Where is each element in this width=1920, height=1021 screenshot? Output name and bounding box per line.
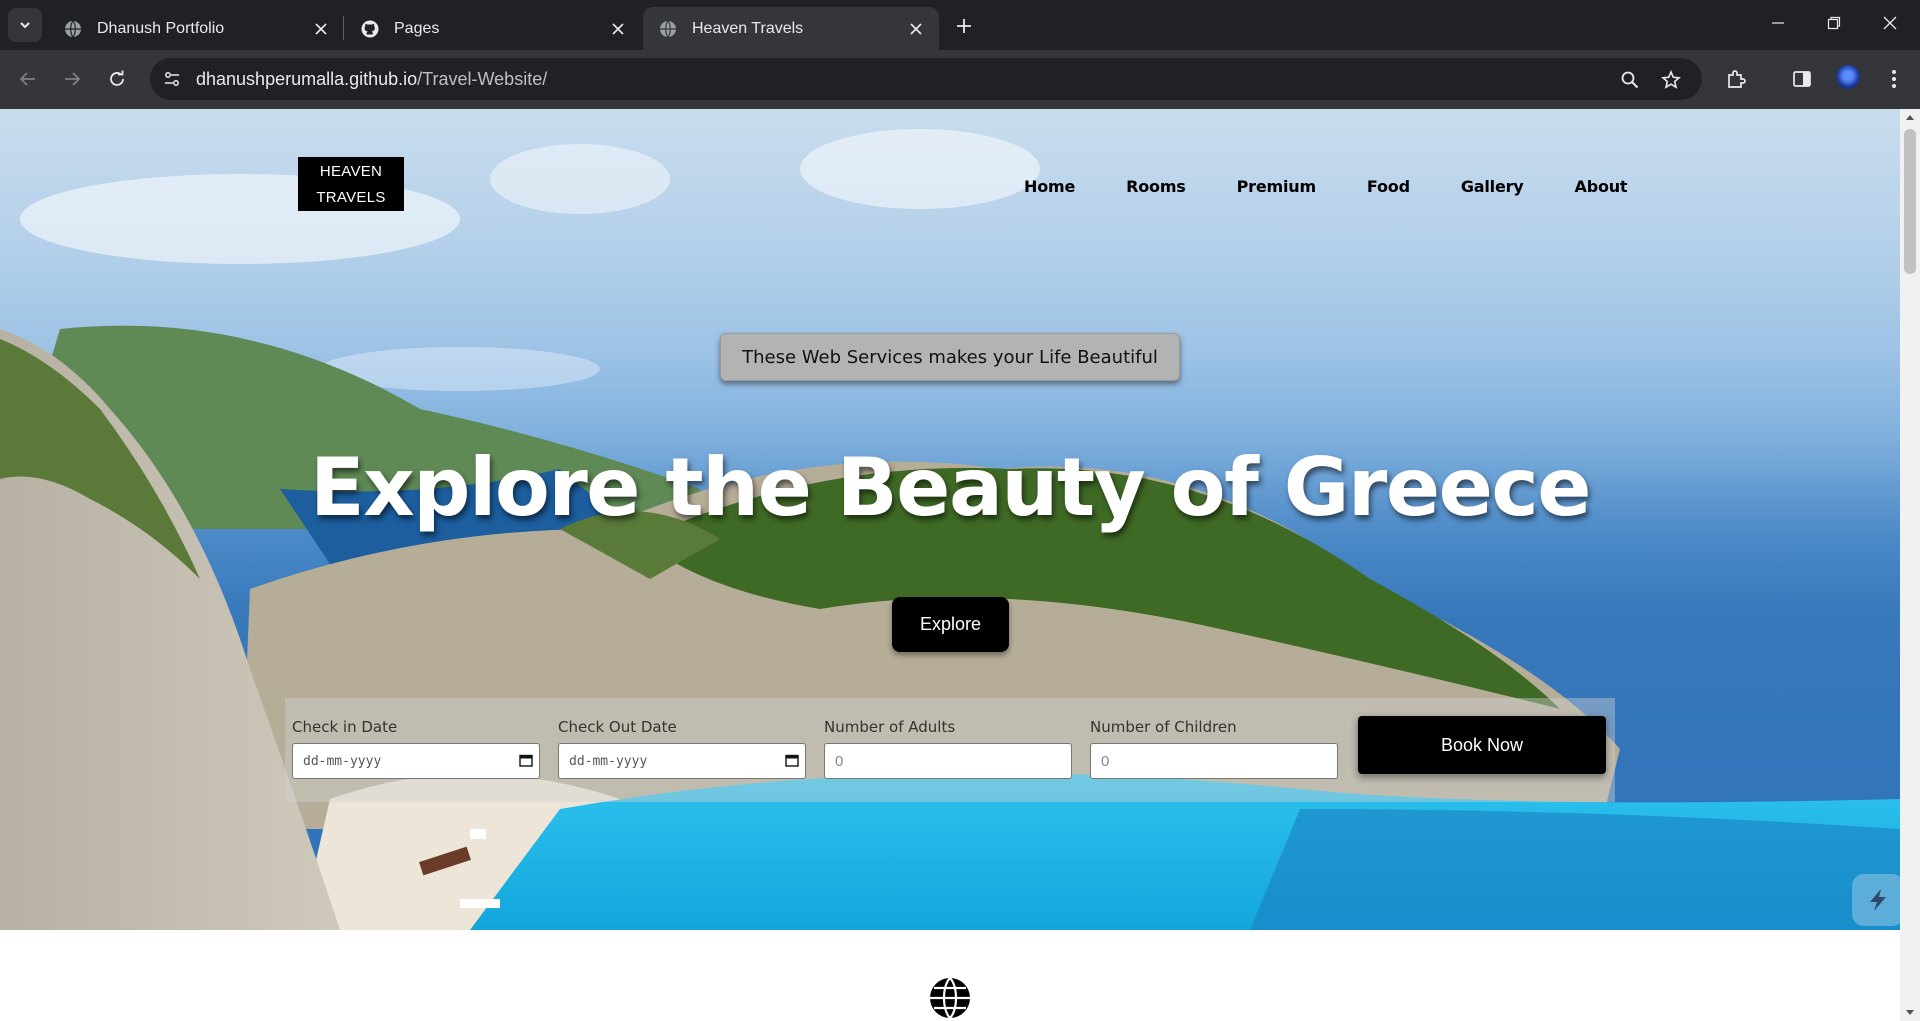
close-icon[interactable] [907, 20, 925, 38]
nav-about[interactable]: About [1575, 177, 1628, 196]
tagline-banner: These Web Services makes your Life Beaut… [720, 333, 1180, 381]
menu-kebab-icon[interactable] [1880, 65, 1908, 93]
restore-icon [1827, 16, 1841, 30]
bookmark-star-icon[interactable] [1658, 67, 1684, 93]
calendar-icon[interactable] [519, 753, 533, 767]
nav-gallery[interactable]: Gallery [1461, 177, 1524, 196]
side-panel-icon[interactable] [1788, 65, 1816, 93]
site-logo[interactable]: HEAVEN TRAVELS [298, 157, 404, 211]
forward-button[interactable] [55, 62, 89, 96]
adults-field: Number of Adults 0 [824, 718, 1072, 779]
globe-icon [65, 20, 81, 37]
zoom-icon[interactable] [1617, 67, 1643, 93]
reload-icon [110, 70, 124, 86]
back-button[interactable] [11, 62, 45, 96]
tab-heaven-travels[interactable]: Heaven Travels [643, 7, 939, 50]
close-window-button[interactable] [1862, 0, 1918, 46]
tab-strip: Dhanush Portfolio Pages Heaven Travels [0, 0, 1920, 50]
book-now-button[interactable]: Book Now [1358, 716, 1606, 774]
github-icon [361, 20, 379, 37]
url-path: /Travel-Website/ [417, 69, 548, 89]
extensions-icon[interactable] [1722, 65, 1750, 93]
checkin-label: Check in Date [292, 718, 398, 736]
minimize-icon [1772, 22, 1784, 24]
checkin-date-input[interactable]: dd-mm-yyyy [292, 743, 540, 779]
tab-pages[interactable]: Pages [345, 7, 641, 50]
tab-title: Heaven Travels [692, 19, 804, 37]
bolt-icon [1870, 889, 1886, 911]
calendar-icon[interactable] [785, 753, 799, 767]
checkout-label: Check Out Date [558, 718, 677, 736]
explore-button[interactable]: Explore [892, 597, 1009, 652]
checkout-placeholder: dd-mm-yyyy [569, 753, 648, 769]
nav-premium[interactable]: Premium [1237, 177, 1316, 196]
children-label: Number of Children [1090, 718, 1237, 736]
page-scrollbar[interactable] [1900, 109, 1920, 1021]
arrow-left-icon [19, 72, 35, 86]
children-field: Number of Children 0 [1090, 718, 1338, 779]
nav-rooms[interactable]: Rooms [1126, 177, 1186, 196]
logo-line-2: TRAVELS [316, 189, 386, 206]
nav-food[interactable]: Food [1367, 177, 1410, 196]
checkin-placeholder: dd-mm-yyyy [303, 753, 382, 769]
checkin-field: Check in Date dd-mm-yyyy [292, 718, 540, 779]
tab-search-button[interactable] [8, 8, 42, 42]
tab-dhanush-portfolio[interactable]: Dhanush Portfolio [48, 7, 344, 50]
tab-separator [343, 16, 344, 40]
address-bar[interactable]: dhanushperumalla.github.io/Travel-Websit… [150, 58, 1702, 100]
logo-line-1: HEAVEN [319, 163, 383, 180]
url-text: dhanushperumalla.github.io/Travel-Websit… [196, 69, 547, 90]
restore-button[interactable] [1806, 0, 1862, 46]
close-icon[interactable] [312, 20, 330, 38]
plus-icon [957, 19, 971, 33]
adults-input[interactable]: 0 [824, 743, 1072, 779]
booking-form: Check in Date dd-mm-yyyy Check Out Date … [285, 698, 1615, 802]
globe-icon [930, 977, 970, 1019]
checkout-field: Check Out Date dd-mm-yyyy [558, 718, 806, 779]
close-icon[interactable] [609, 20, 627, 38]
main-nav: Home Rooms Premium Food Gallery About [1024, 177, 1628, 196]
scroll-up-arrow[interactable] [1906, 115, 1914, 120]
scroll-thumb[interactable] [1904, 129, 1916, 274]
floating-widget-button[interactable] [1852, 874, 1900, 926]
profile-avatar[interactable] [1836, 65, 1860, 89]
hero-section: HEAVEN TRAVELS Home Rooms Premium Food G… [0, 109, 1900, 930]
reload-button[interactable] [100, 62, 134, 96]
close-icon [1883, 16, 1897, 30]
site-info-icon[interactable] [160, 67, 184, 91]
checkout-date-input[interactable]: dd-mm-yyyy [558, 743, 806, 779]
adults-value: 0 [835, 752, 844, 770]
chevron-down-icon [20, 22, 30, 29]
children-value: 0 [1101, 752, 1110, 770]
children-input[interactable]: 0 [1090, 743, 1338, 779]
scroll-down-arrow[interactable] [1906, 1010, 1914, 1015]
url-host: dhanushperumalla.github.io [196, 69, 418, 89]
arrow-right-icon [65, 72, 81, 86]
adults-label: Number of Adults [824, 718, 956, 736]
new-tab-button[interactable] [950, 12, 978, 40]
tab-title: Dhanush Portfolio [97, 19, 225, 37]
minimize-button[interactable] [1750, 0, 1806, 46]
page-viewport: HEAVEN TRAVELS Home Rooms Premium Food G… [0, 109, 1900, 1021]
tab-title: Pages [394, 19, 440, 37]
nav-home[interactable]: Home [1024, 177, 1075, 196]
hero-headline: Explore the Beauty of Greece [309, 441, 1592, 534]
browser-toolbar: dhanushperumalla.github.io/Travel-Websit… [0, 50, 1920, 109]
globe-icon [660, 20, 676, 37]
